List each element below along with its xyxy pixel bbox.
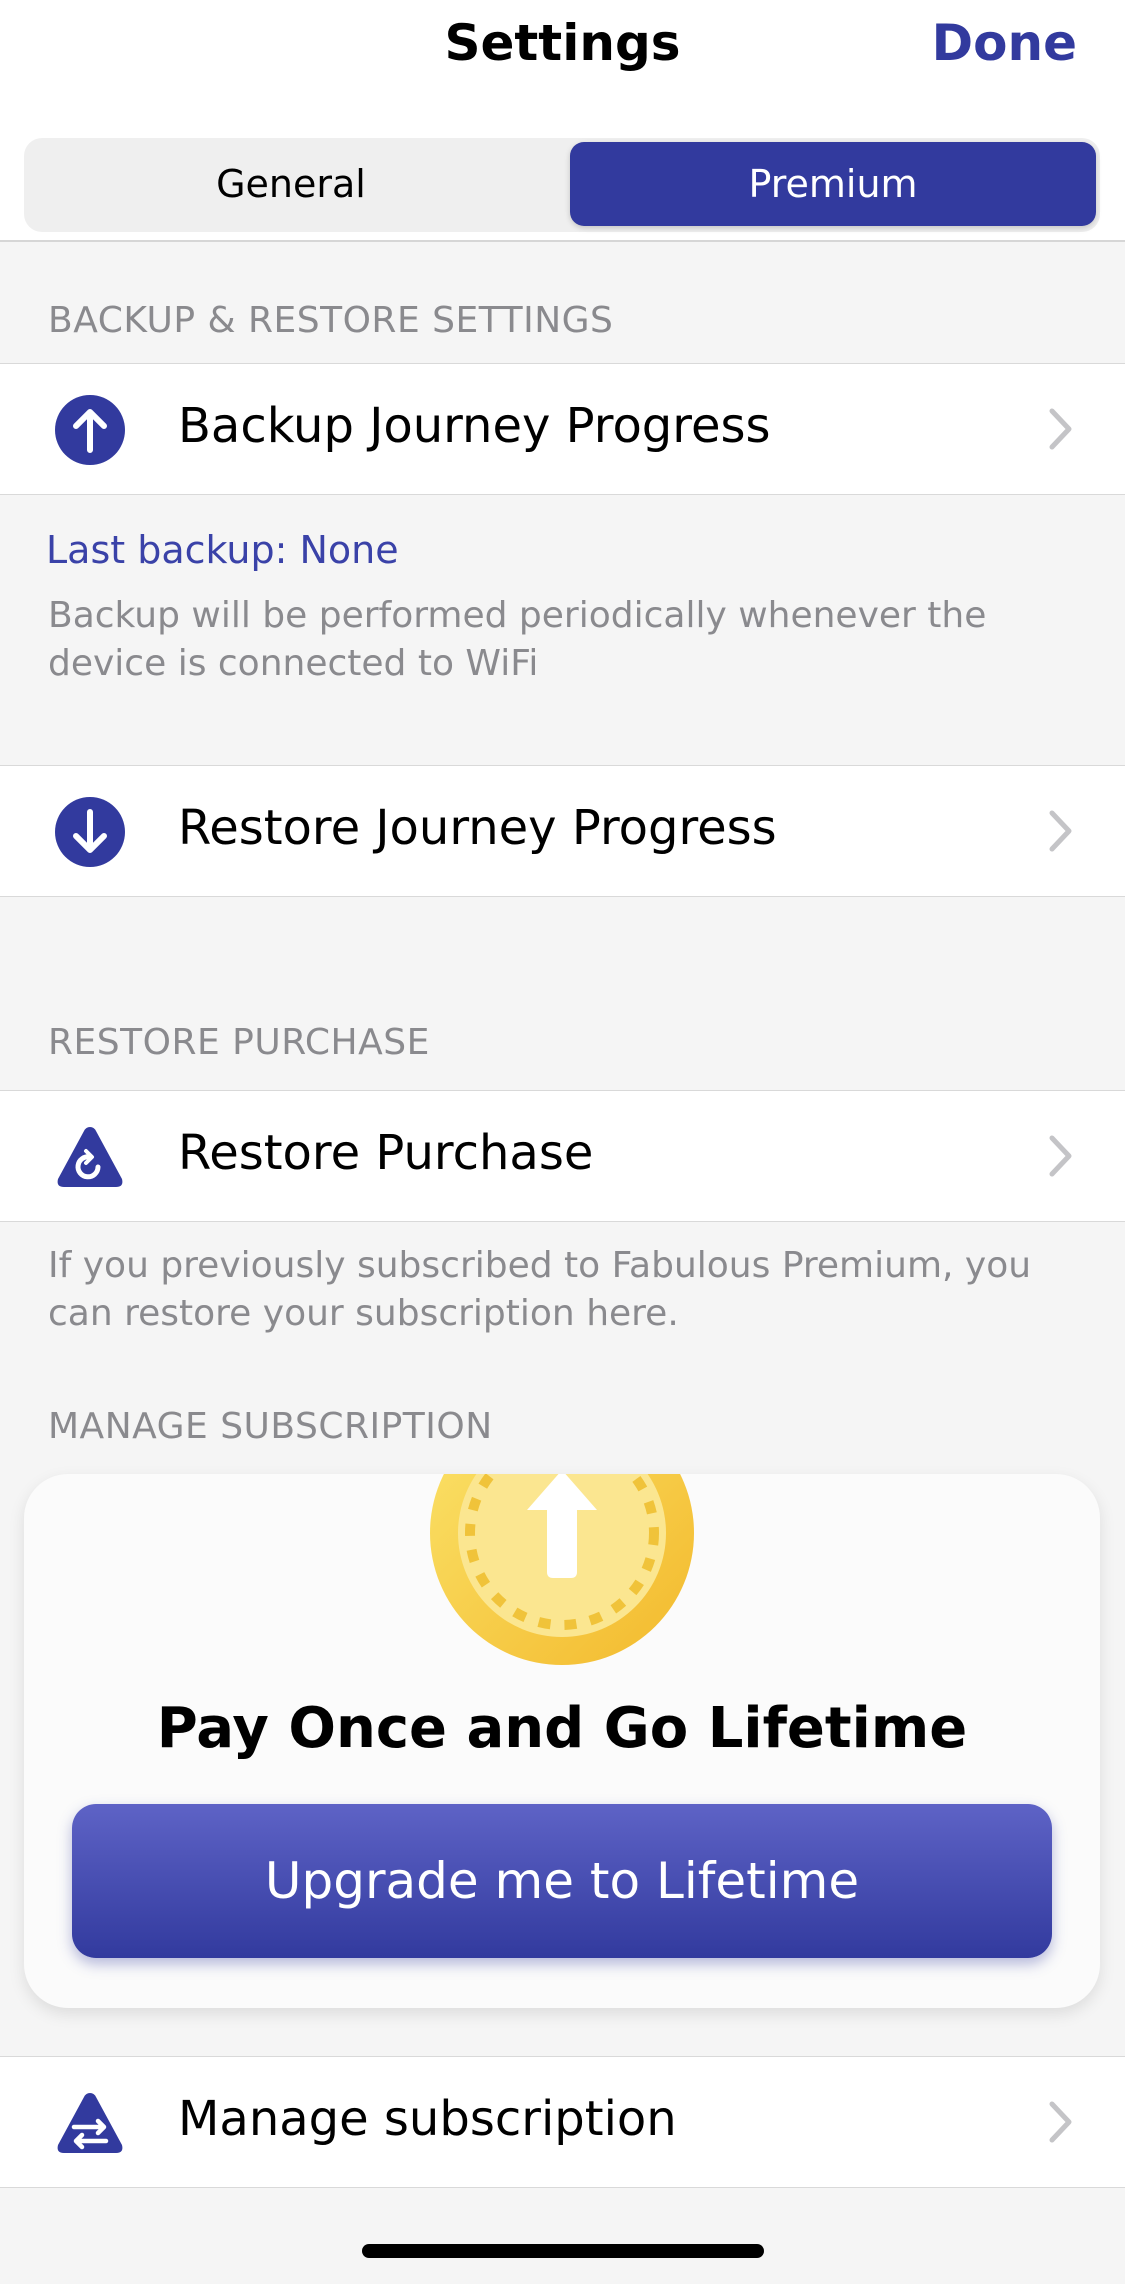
home-indicator[interactable]	[362, 2244, 764, 2258]
backup-note: Backup will be performed periodically wh…	[48, 595, 987, 684]
tab-premium[interactable]: Premium	[570, 142, 1096, 226]
upgrade-lifetime-button[interactable]: Upgrade me to Lifetime	[72, 1804, 1052, 1958]
chevron-right-icon	[1049, 810, 1072, 852]
arrow-down-circle-icon	[55, 797, 125, 867]
chevron-right-icon	[1049, 408, 1072, 450]
chevron-right-icon	[1049, 1135, 1072, 1177]
section-header-manage-subscription: MANAGE SUBSCRIPTION	[48, 1406, 493, 1447]
restore-journey-label: Restore Journey Progress	[178, 800, 777, 856]
arrow-up-circle-icon	[55, 395, 125, 465]
done-button[interactable]: Done	[932, 14, 1077, 72]
lifetime-upgrade-card: Pay Once and Go Lifetime Upgrade me to L…	[24, 1474, 1100, 2008]
segmented-control: General Premium	[24, 138, 1100, 232]
navigation-bar: Settings Done General Premium	[0, 0, 1125, 240]
restore-triangle-icon	[57, 1127, 123, 1187]
manage-subscription-icon	[57, 2093, 123, 2153]
tab-general[interactable]: General	[28, 142, 554, 226]
restore-purchase-row[interactable]: Restore Purchase	[0, 1090, 1125, 1222]
restore-purchase-note: If you previously subscribed to Fabulous…	[48, 1245, 1032, 1334]
manage-subscription-row[interactable]: Manage subscription	[0, 2056, 1125, 2188]
restore-journey-row[interactable]: Restore Journey Progress	[0, 765, 1125, 897]
section-header-restore-purchase: RESTORE PURCHASE	[48, 1022, 430, 1063]
lifetime-card-title: Pay Once and Go Lifetime	[156, 1696, 968, 1761]
nav-divider	[0, 240, 1125, 242]
gold-coin-upgrade-icon	[430, 1474, 694, 1665]
manage-subscription-label: Manage subscription	[178, 2091, 677, 2147]
section-header-backup: BACKUP & RESTORE SETTINGS	[48, 300, 614, 341]
last-backup-status: Last backup: None	[46, 528, 399, 572]
restore-purchase-label: Restore Purchase	[178, 1125, 594, 1181]
backup-journey-label: Backup Journey Progress	[178, 398, 771, 454]
chevron-right-icon	[1049, 2101, 1072, 2143]
backup-journey-row[interactable]: Backup Journey Progress	[0, 363, 1125, 495]
